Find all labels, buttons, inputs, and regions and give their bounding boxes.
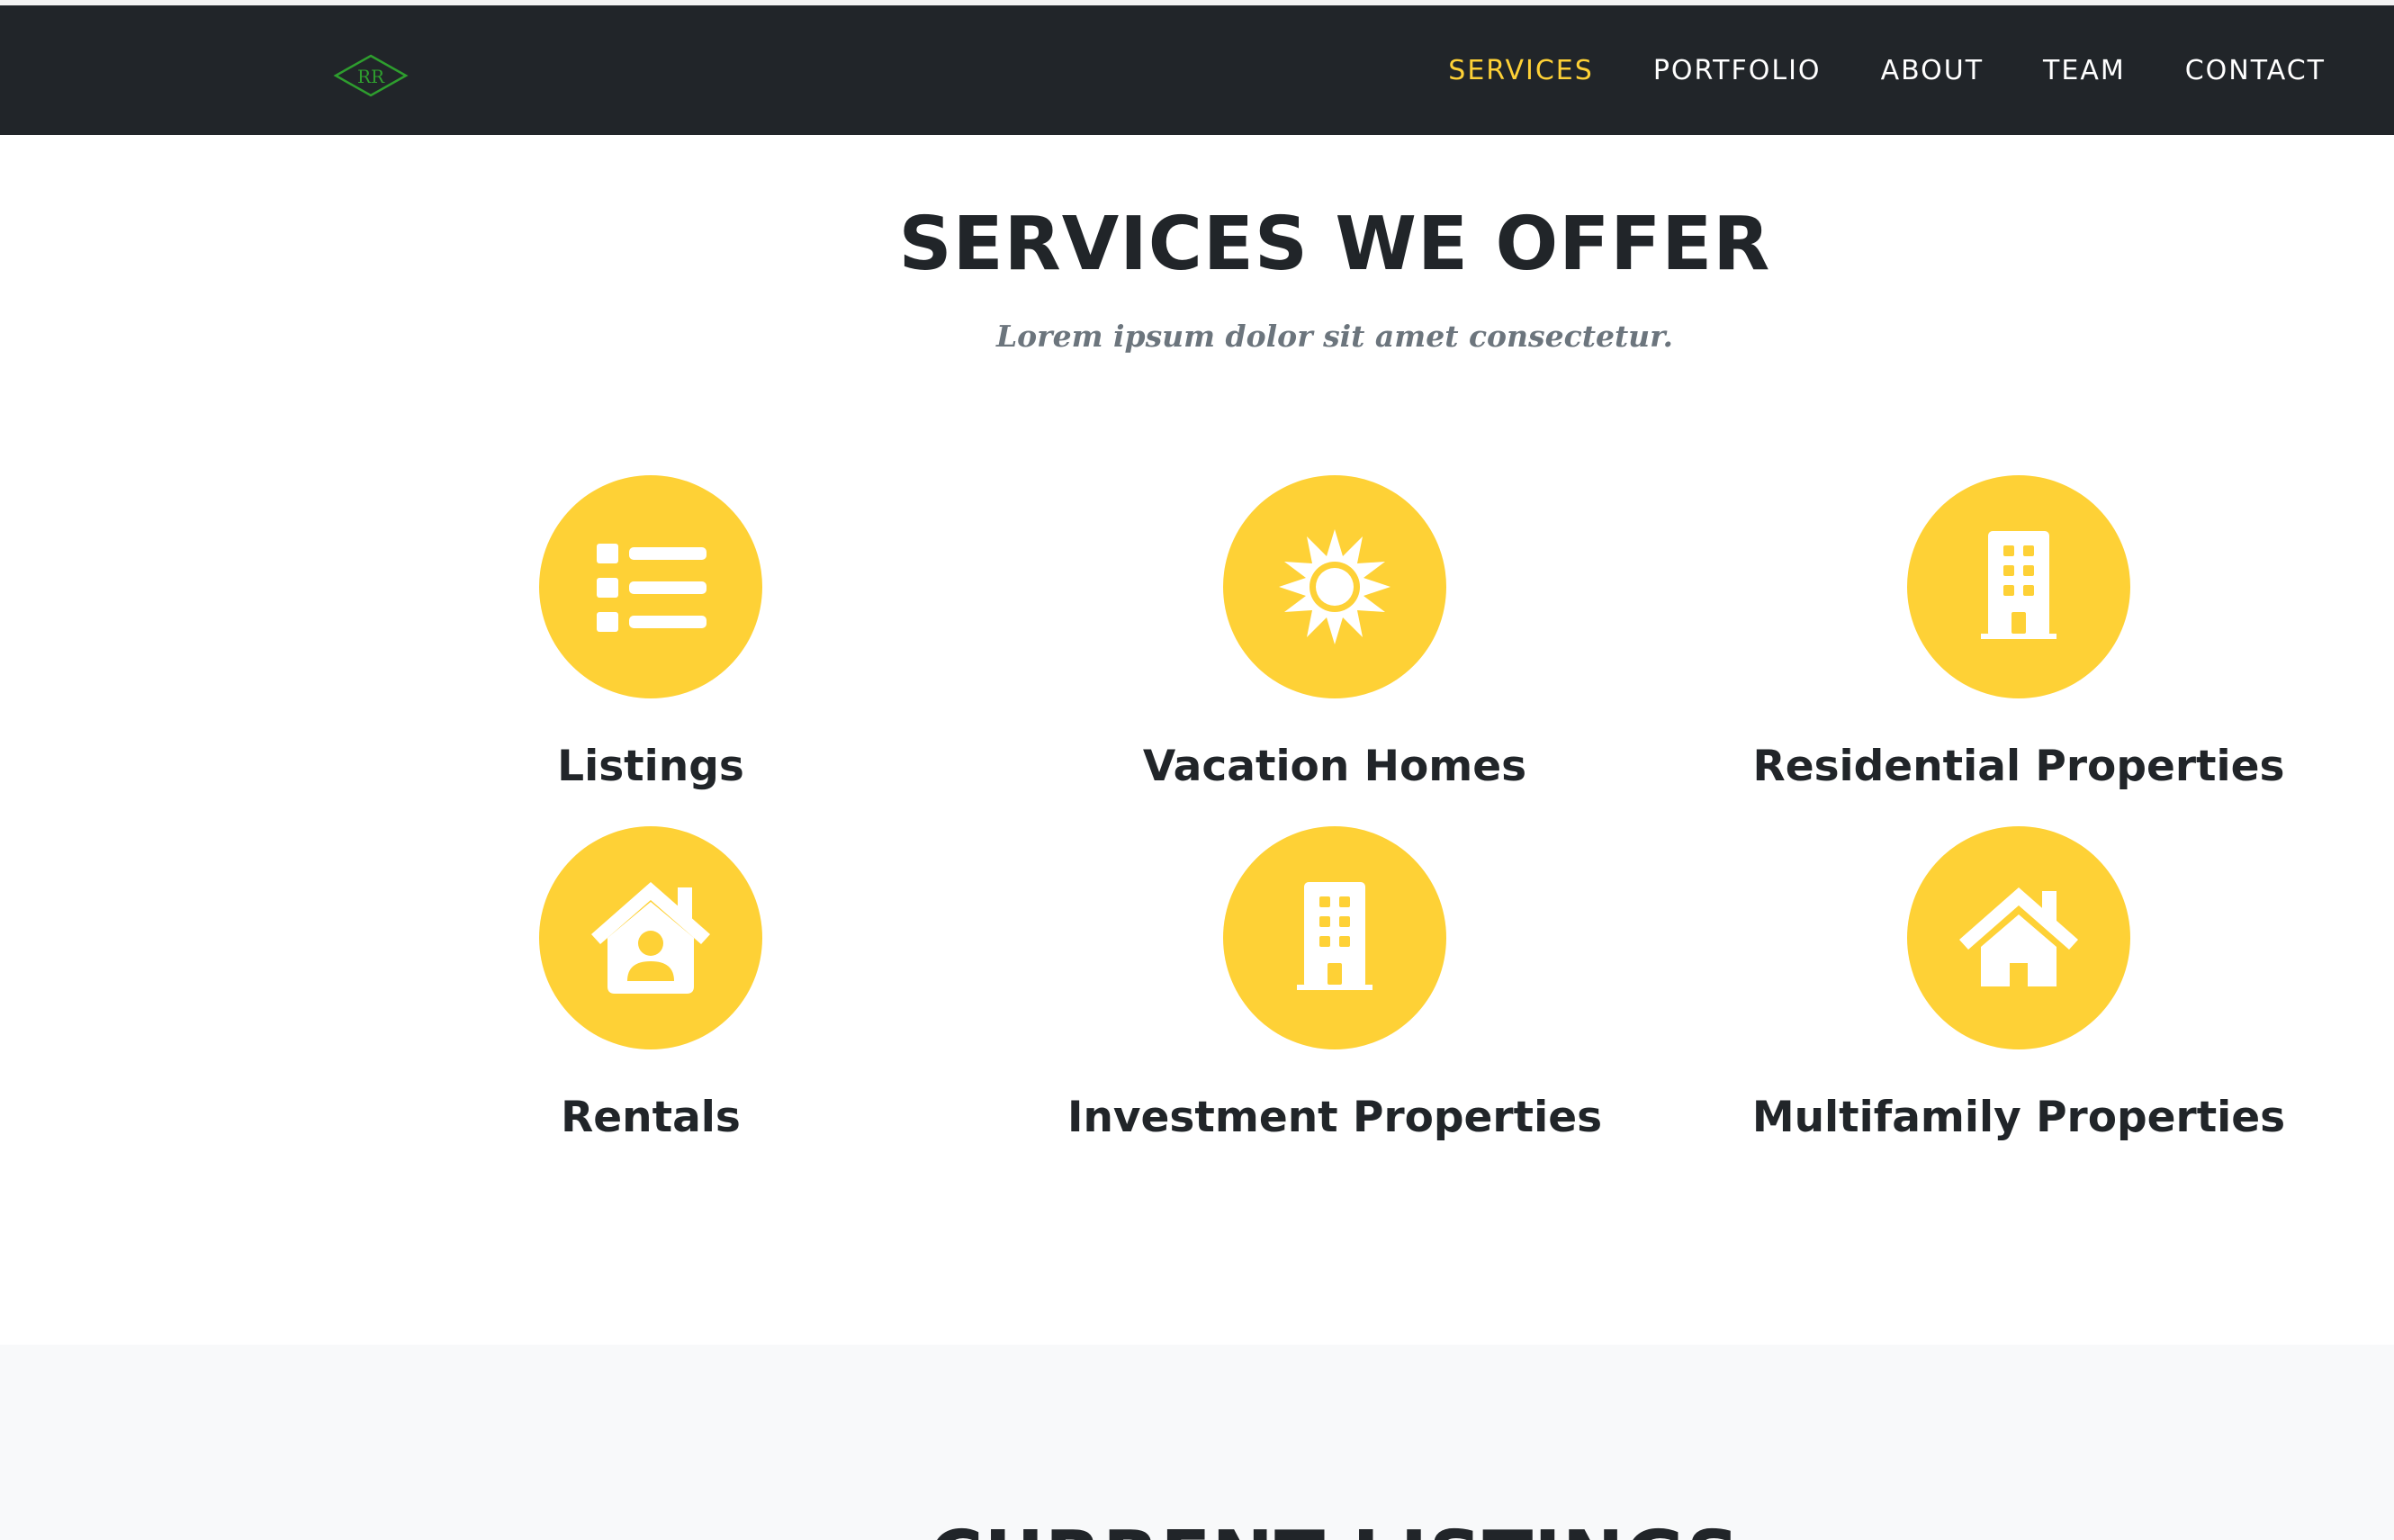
service-residential-properties: Residential Properties — [1704, 475, 2334, 791]
service-circle — [539, 826, 762, 1049]
service-title: Vacation Homes — [1142, 742, 1527, 791]
service-circle — [1907, 826, 2130, 1049]
service-listings: Listings — [336, 475, 966, 791]
nav-links: Services Portfolio About Team Contact — [1448, 5, 2326, 135]
service-circle — [1907, 475, 2130, 698]
service-investment-properties: Investment Properties — [1020, 826, 1650, 1142]
service-circle — [1223, 475, 1446, 698]
top-navbar: RR Services Portfolio About Team Contact — [0, 5, 2394, 135]
current-listings-section: CURRENT LISTINGS — [0, 1345, 2394, 1540]
nav-link-about[interactable]: About — [1881, 55, 1984, 86]
building-icon — [1297, 882, 1372, 990]
service-circle — [1223, 826, 1446, 1049]
current-listings-heading: CURRENT LISTINGS — [0, 1516, 2394, 1540]
brand-logo[interactable]: RR — [333, 53, 409, 98]
brand-initials: RR — [357, 66, 385, 87]
nav-link-portfolio[interactable]: Portfolio — [1653, 55, 1822, 86]
house-user-icon — [591, 882, 710, 994]
building-icon — [1981, 531, 2056, 639]
brand-diamond-icon: RR — [333, 54, 409, 97]
service-title: Investment Properties — [1066, 1093, 1603, 1142]
services-subheading: Lorem ipsum dolor sit amet consectetur. — [995, 319, 1674, 354]
home-icon — [1959, 887, 2078, 986]
nav-link-team[interactable]: Team — [2043, 55, 2126, 86]
nav-link-contact[interactable]: Contact — [2185, 55, 2326, 86]
service-title: Multifamily Properties — [1751, 1093, 2286, 1142]
service-rentals: Rentals — [336, 826, 966, 1142]
service-circle — [539, 475, 762, 698]
service-vacation-homes: Vacation Homes — [1020, 475, 1650, 791]
services-heading: SERVICES WE OFFER — [898, 202, 1771, 287]
sun-icon — [1279, 529, 1390, 644]
service-title: Rentals — [561, 1093, 741, 1142]
service-title: Residential Properties — [1752, 742, 2285, 791]
nav-link-services[interactable]: Services — [1448, 55, 1594, 86]
service-title: Listings — [557, 742, 744, 791]
service-multifamily-properties: Multifamily Properties — [1704, 826, 2334, 1142]
list-icon — [597, 544, 706, 632]
